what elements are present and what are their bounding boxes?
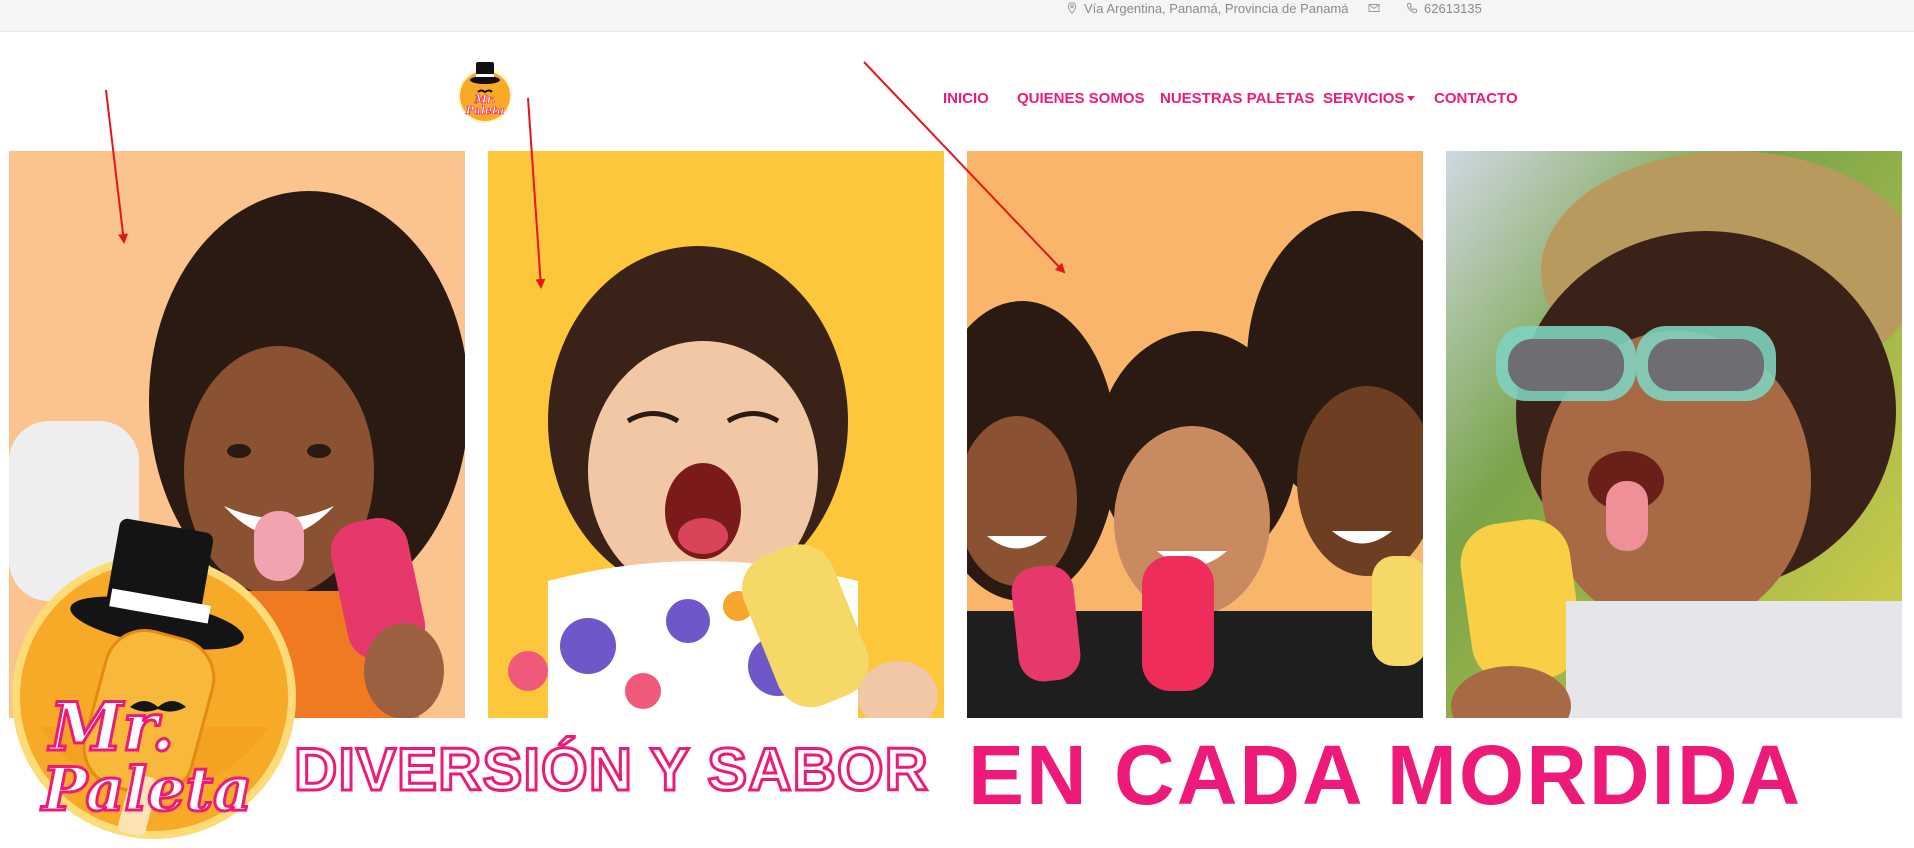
gallery-image-3 xyxy=(967,151,1423,718)
brand-logo-line2: Paleta xyxy=(40,755,252,825)
gallery-image-4 xyxy=(1446,151,1902,718)
envelope-icon[interactable] xyxy=(1368,2,1380,14)
nav-item-quienes-somos[interactable]: QUIENES SOMOS xyxy=(1017,90,1145,107)
nav-item-servicios[interactable]: SERVICIOS xyxy=(1323,90,1416,107)
top-info-bar: Vía Argentina, Panamá, Provincia de Pana… xyxy=(0,0,1914,32)
header-logo[interactable]: Mr. Paleta xyxy=(456,58,514,124)
gallery-image-2 xyxy=(488,151,944,718)
slogan-part-1: DIVERSIÓN Y SABOR xyxy=(293,735,930,805)
phone-icon xyxy=(1406,3,1417,14)
chevron-down-icon[interactable] xyxy=(1407,95,1416,101)
slogan-part-2: EN CADA MORDIDA xyxy=(968,728,1803,822)
address-text: Vía Argentina, Panamá, Provincia de Pana… xyxy=(1084,0,1349,16)
nav-item-contacto[interactable]: CONTACTO xyxy=(1434,90,1518,107)
nav-item-inicio[interactable]: INICIO xyxy=(943,90,989,107)
phone-text[interactable]: 62613135 xyxy=(1424,1,1482,16)
location-pin-icon xyxy=(1067,2,1077,14)
address-info: Vía Argentina, Panamá, Provincia de Pana… xyxy=(1066,0,1349,16)
email-info[interactable] xyxy=(1368,0,1386,16)
header-logo-line2: Paleta xyxy=(465,104,505,117)
phone-info[interactable]: 62613135 xyxy=(1406,0,1482,16)
page: Vía Argentina, Panamá, Provincia de Pana… xyxy=(0,0,1914,848)
nav-item-servicios-label[interactable]: SERVICIOS xyxy=(1323,90,1404,107)
brand-logo: Mr. Paleta xyxy=(12,518,296,839)
nav-item-nuestras-paletas[interactable]: NUESTRAS PALETAS xyxy=(1160,90,1314,107)
